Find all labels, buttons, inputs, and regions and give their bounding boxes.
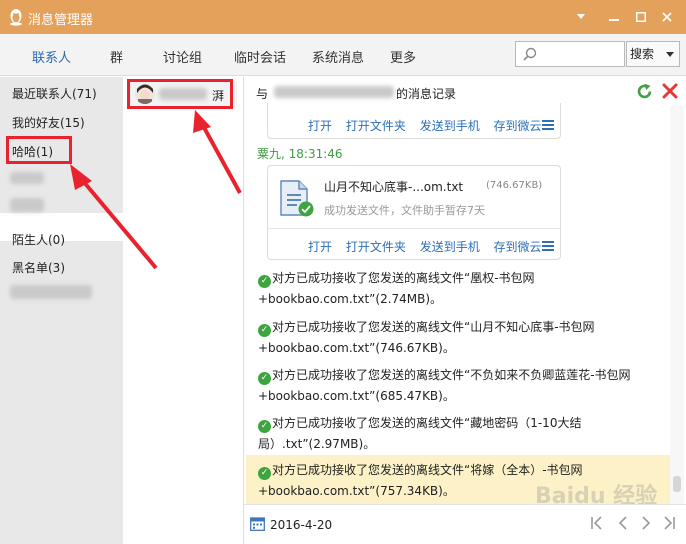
- sidebar-item-blacklist[interactable]: 黑名单(3): [12, 259, 65, 276]
- open-folder-link[interactable]: 打开文件夹: [346, 240, 406, 254]
- received-notice: ✓ 对方已成功接收了您发送的离线文件“山月不知心底事-书包网+bookbao.co…: [258, 317, 673, 359]
- open-file-link[interactable]: 打开: [308, 240, 332, 254]
- maximize-icon: [636, 12, 646, 22]
- blurred-group-name: [10, 172, 44, 184]
- search-box[interactable]: [515, 41, 625, 67]
- next-page-button[interactable]: [639, 515, 653, 534]
- tab-discussion-groups[interactable]: 讨论组: [163, 47, 202, 66]
- file-message-card-previous: 打开 打开文件夹 发送到手机 存到微云: [267, 103, 561, 139]
- search-button[interactable]: 搜索: [626, 41, 680, 67]
- date-navigation-bar: 2016-4-20: [244, 504, 686, 544]
- last-page-icon: [664, 516, 675, 530]
- more-menu-icon[interactable]: [542, 241, 554, 251]
- file-status: 成功发送文件，文件助手暂存7天: [324, 204, 485, 217]
- search-button-label: 搜索: [630, 47, 655, 61]
- open-file-link[interactable]: 打开: [308, 119, 332, 133]
- message-sender-time: 粟九, 18:31:46: [257, 147, 343, 161]
- close-button[interactable]: [657, 8, 677, 26]
- file-actions: 打开 打开文件夹 发送到手机 存到微云: [308, 238, 552, 255]
- received-notice-text: 对方已成功接收了您发送的离线文件“凰权-书包网+bookbao.com.txt”…: [258, 271, 535, 306]
- file-message-card: 山月不知心底事-...om.txt (746.67KB) 成功发送文件，文件助手…: [267, 165, 561, 260]
- tab-temp-sessions[interactable]: 临时会话: [234, 47, 286, 66]
- save-to-weiyun-link[interactable]: 存到微云: [494, 240, 542, 254]
- chevron-right-icon: [642, 516, 651, 530]
- success-check-icon: ✓: [258, 275, 271, 288]
- chevron-down-icon: [666, 52, 674, 57]
- close-history-icon[interactable]: [662, 83, 678, 99]
- success-check-icon: ✓: [258, 467, 271, 480]
- received-notice-text: 对方已成功接收了您发送的离线文件“山月不知心底事-书包网+bookbao.com…: [258, 320, 595, 355]
- window-title: 消息管理器: [28, 13, 94, 28]
- chevron-down-icon: [577, 14, 585, 19]
- current-date: 2016-4-20: [270, 518, 333, 532]
- send-to-phone-link[interactable]: 发送到手机: [420, 240, 480, 254]
- tab-contacts[interactable]: 联系人: [32, 47, 71, 66]
- card-divider: [268, 228, 560, 229]
- qq-penguin-icon: [10, 9, 22, 26]
- maximize-button[interactable]: [631, 8, 651, 26]
- title-bar: 消息管理器: [0, 0, 686, 34]
- file-actions: 打开 打开文件夹 发送到手机 存到微云: [308, 117, 552, 134]
- blurred-group-name: [10, 285, 92, 299]
- history-title-suffix: 的消息记录: [396, 87, 457, 101]
- minimize-button[interactable]: [604, 8, 624, 26]
- contact-list: 湃: [123, 77, 244, 544]
- received-notice: ✓ 对方已成功接收了您发送的离线文件“凰权-书包网+bookbao.com.txt…: [258, 268, 673, 310]
- save-to-weiyun-link[interactable]: 存到微云: [494, 119, 542, 133]
- dropdown-menu-button[interactable]: [571, 8, 591, 26]
- received-notice: ✓ 对方已成功接收了您发送的离线文件“不负如来不负卿蓝莲花-书包网+bookbao…: [258, 365, 673, 407]
- tab-system-messages[interactable]: 系统消息: [312, 47, 364, 66]
- history-title-prefix: 与: [256, 87, 269, 101]
- search-input[interactable]: [542, 45, 622, 63]
- success-check-icon: [298, 201, 314, 217]
- file-name: 山月不知心底事-...om.txt: [324, 180, 464, 194]
- message-history-panel: 与 的消息记录 打开 打开文件夹 发送到手机 存到微云 粟九, 18:31:46: [244, 77, 686, 544]
- success-check-icon: ✓: [258, 372, 271, 385]
- previous-page-button[interactable]: [616, 515, 630, 534]
- received-notice-text: 对方已成功接收了您发送的离线文件“将嫁（全本）-书包网+bookbao.com.…: [258, 463, 583, 498]
- annotation-box-contact: [127, 79, 233, 109]
- first-page-icon: [591, 516, 602, 530]
- calendar-icon[interactable]: [250, 516, 265, 531]
- success-check-icon: ✓: [258, 324, 271, 337]
- file-size: (746.67KB): [486, 180, 543, 191]
- search-icon: [523, 47, 537, 61]
- blurred-group-name: [10, 198, 44, 212]
- send-to-phone-link[interactable]: 发送到手机: [420, 119, 480, 133]
- received-notice-text: 对方已成功接收了您发送的离线文件“不负如来不负卿蓝莲花-书包网+bookbao.…: [258, 368, 631, 403]
- sidebar-item-recent-contacts[interactable]: 最近联系人(71): [12, 85, 97, 102]
- success-check-icon: ✓: [258, 420, 271, 433]
- received-notice: ✓ 对方已成功接收了您发送的离线文件“藏地密码（1-10大结局）.txt”(2.9…: [258, 413, 673, 455]
- open-folder-link[interactable]: 打开文件夹: [346, 119, 406, 133]
- minimize-icon: [609, 19, 619, 21]
- vertical-scrollbar[interactable]: [670, 106, 684, 504]
- more-menu-icon[interactable]: [542, 120, 554, 130]
- sidebar-item-my-friends[interactable]: 我的好友(15): [12, 114, 85, 131]
- chevron-left-icon: [618, 516, 627, 530]
- refresh-icon[interactable]: [636, 83, 653, 100]
- sidebar-item-strangers[interactable]: 陌生人(0): [12, 231, 65, 248]
- first-page-button[interactable]: [590, 515, 604, 534]
- tab-groups[interactable]: 群: [110, 47, 123, 66]
- scrollbar-thumb[interactable]: [673, 476, 681, 492]
- blurred-contact-name: [274, 86, 394, 98]
- tab-more[interactable]: 更多: [390, 47, 416, 66]
- annotation-box-group: [6, 136, 72, 164]
- received-notice-text: 对方已成功接收了您发送的离线文件“藏地密码（1-10大结局）.txt”(2.97…: [258, 416, 582, 451]
- close-icon: [662, 12, 672, 22]
- last-page-button[interactable]: [662, 515, 676, 534]
